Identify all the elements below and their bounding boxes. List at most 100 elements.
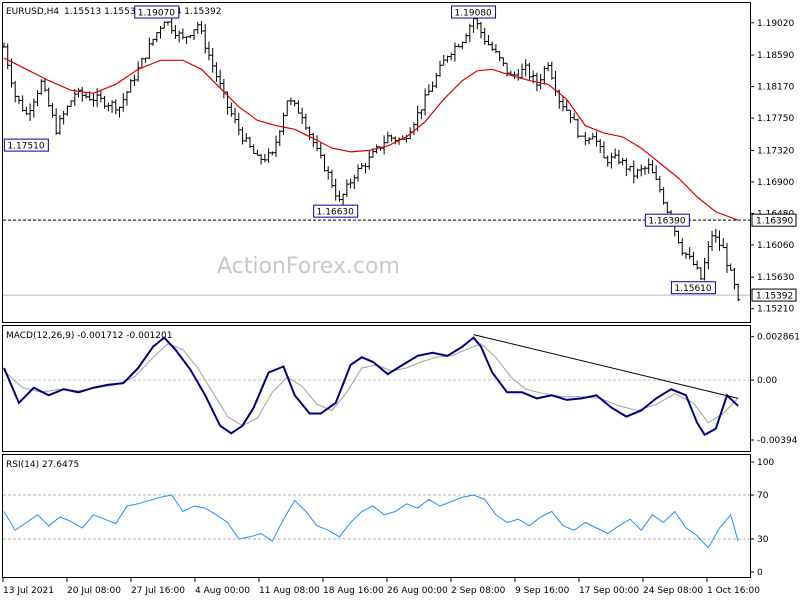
price-bar — [155, 32, 159, 42]
price-bar — [118, 107, 122, 118]
price-bar — [576, 118, 580, 138]
price-bar — [229, 102, 233, 116]
x-tick-label: 9 Sep 16:00 — [515, 586, 570, 596]
price-bar — [132, 75, 136, 86]
price-bar — [80, 87, 84, 102]
price-bar — [483, 28, 487, 45]
price-bar — [572, 113, 576, 120]
price-bar — [281, 113, 285, 135]
macd-y-tick-label: -0.00394 — [757, 436, 798, 446]
price-bar — [449, 53, 453, 61]
price-bar — [464, 33, 468, 43]
price-bar — [58, 115, 62, 135]
price-bar — [159, 26, 163, 39]
price-annotation-label: 1.19080 — [455, 9, 492, 19]
price-bar — [691, 252, 695, 266]
price-bar — [207, 42, 211, 61]
x-tick-label: 17 Sep 00:00 — [579, 586, 639, 596]
rsi-panel-frame — [3, 455, 751, 578]
price-bar — [293, 100, 297, 106]
price-bar — [274, 136, 278, 157]
price-bar — [17, 96, 21, 104]
price-y-tick-label: 1.16060 — [757, 241, 794, 251]
rsi-y-tick-label: 0 — [757, 568, 763, 578]
price-bar — [706, 241, 710, 269]
price-bar — [200, 21, 204, 34]
price-bar — [427, 84, 431, 95]
price-bar — [140, 58, 144, 69]
watermark: ActionForex.com — [217, 254, 400, 279]
price-bar — [185, 36, 189, 44]
price-bar — [192, 30, 196, 40]
price-bar — [244, 133, 248, 142]
price-bar — [386, 132, 390, 143]
price-bar — [170, 18, 174, 33]
price-bar — [341, 193, 345, 204]
price-bar — [252, 144, 256, 153]
price-y-tick-label: 1.19020 — [757, 19, 794, 29]
price-bar — [345, 180, 349, 197]
price-bar — [24, 107, 28, 115]
price-y-tick-label: 1.18590 — [757, 51, 794, 61]
price-bar — [349, 179, 353, 189]
price-bar — [613, 148, 617, 158]
price-bar — [699, 267, 703, 279]
price-bar — [356, 164, 360, 181]
macd-layer — [3, 335, 750, 435]
price-bar — [289, 97, 293, 105]
x-tick-label: 4 Aug 00:00 — [195, 586, 250, 596]
price-bar — [334, 179, 338, 201]
price-bar — [259, 154, 263, 165]
price-annotation: 1.16390 — [645, 214, 689, 227]
chart-header-symbol: EURUSD,H4 — [6, 7, 59, 17]
price-bar — [680, 238, 684, 255]
price-bar — [39, 79, 43, 95]
price-bar — [129, 79, 133, 93]
price-bar — [136, 61, 140, 81]
price-bar — [639, 165, 643, 177]
price-bar — [684, 253, 688, 259]
price-bar — [222, 79, 226, 98]
moving-average-line — [4, 58, 738, 220]
price-bar — [203, 24, 207, 53]
rsi-layer — [3, 495, 750, 548]
price-bar — [643, 166, 647, 175]
price-bar — [609, 153, 613, 169]
price-bar — [654, 165, 658, 180]
price-bar — [624, 158, 628, 176]
price-bar — [319, 142, 323, 158]
price-y-tick-label: 1.17750 — [757, 114, 794, 124]
price-bar — [460, 41, 464, 49]
rsi-y-tick-label: 100 — [757, 458, 774, 468]
price-bar — [647, 158, 651, 173]
price-bar — [442, 55, 446, 66]
price-bar — [486, 35, 490, 45]
rsi-line — [4, 495, 738, 548]
price-bar — [736, 284, 740, 302]
price-bar — [494, 44, 498, 53]
price-bar — [665, 202, 669, 214]
price-bar — [632, 160, 636, 183]
x-tick-label: 20 Jul 08:00 — [67, 586, 121, 596]
price-bar — [677, 231, 681, 244]
price-bar — [453, 43, 457, 62]
price-y-tick-label: 1.17320 — [757, 146, 794, 156]
price-bar — [121, 93, 125, 112]
price-bar — [144, 58, 148, 63]
price-bar — [688, 247, 692, 259]
price-bar — [602, 141, 606, 158]
price-bar — [524, 59, 528, 76]
x-tick-label: 11 Aug 08:00 — [259, 586, 320, 596]
price-bar — [490, 41, 494, 51]
price-bar — [233, 108, 237, 123]
price-y-tick-label: 1.15630 — [757, 273, 794, 283]
price-bar — [304, 114, 308, 130]
price-bar — [583, 132, 587, 145]
price-bar — [32, 99, 36, 118]
x-tick-label: 18 Aug 16:00 — [323, 586, 384, 596]
price-bar — [360, 163, 364, 169]
price-right-label-text: 1.16390 — [756, 217, 793, 227]
price-bar — [47, 88, 51, 107]
macd-line — [4, 338, 738, 435]
price-bar — [710, 231, 714, 251]
